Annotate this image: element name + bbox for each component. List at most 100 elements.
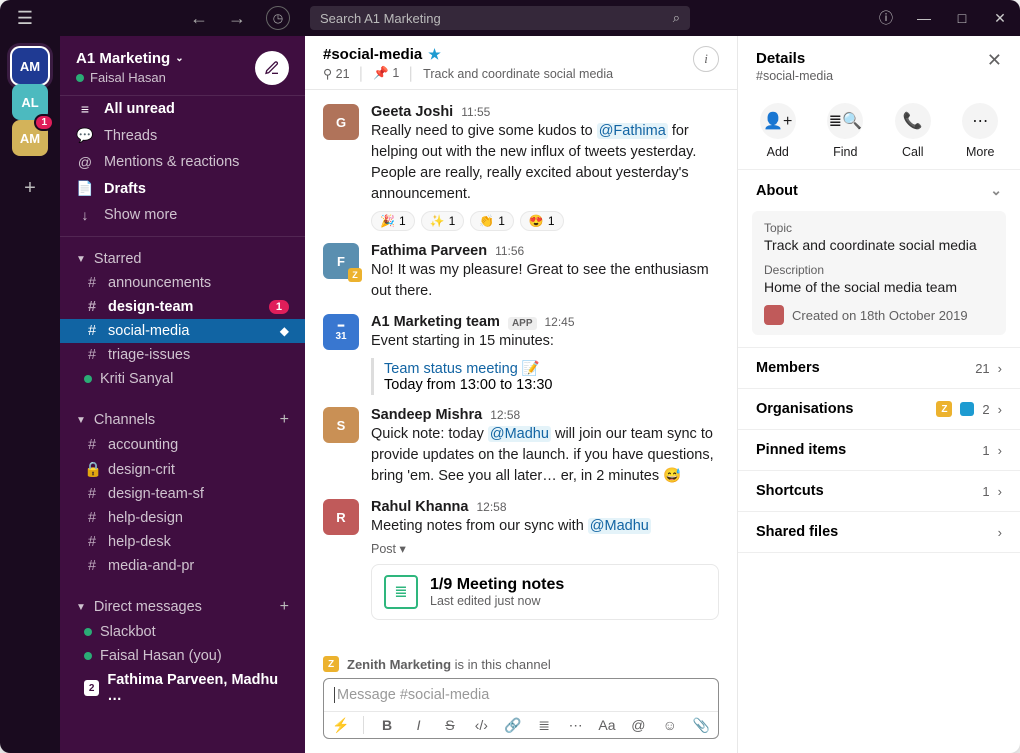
section-header[interactable]: ▼Direct messages+ bbox=[60, 588, 305, 620]
workspace-switch[interactable]: AM1 bbox=[12, 120, 48, 156]
avatar-icon[interactable]: S bbox=[323, 407, 359, 443]
add-item-icon[interactable]: + bbox=[280, 411, 289, 429]
channel-item[interactable]: #media-and-pr bbox=[60, 554, 305, 578]
italic-icon[interactable]: I bbox=[410, 717, 427, 733]
sidebar-nav-item[interactable]: 📄Drafts bbox=[60, 175, 305, 202]
nav-icon: ≡ bbox=[76, 101, 94, 117]
message-author[interactable]: Rahul Khanna bbox=[371, 499, 468, 515]
mention[interactable]: @Madhu bbox=[588, 518, 651, 534]
chevron-right-icon: › bbox=[998, 443, 1002, 458]
workspace-switch[interactable]: AM bbox=[12, 48, 48, 84]
quick-action[interactable]: ⋯More bbox=[962, 103, 998, 159]
message-author[interactable]: Geeta Joshi bbox=[371, 104, 453, 120]
message-list: GGeeta Joshi11:55Really need to give som… bbox=[305, 90, 737, 648]
details-section-header[interactable]: Members21› bbox=[738, 348, 1020, 388]
sidebar-nav-item[interactable]: ↓Show more bbox=[60, 202, 305, 228]
quick-action[interactable]: 📞Call bbox=[895, 103, 931, 159]
mention-icon[interactable]: @ bbox=[630, 717, 647, 733]
close-window-icon[interactable]: ✕ bbox=[990, 10, 1010, 27]
workspace-header[interactable]: A1 Marketing ⌄ Faisal Hasan bbox=[60, 36, 305, 96]
details-section-header[interactable]: Pinned items1› bbox=[738, 430, 1020, 470]
channel-info-icon[interactable]: i bbox=[693, 46, 719, 72]
avatar-icon[interactable]: FZ bbox=[323, 243, 359, 279]
history-icon[interactable]: ◷ bbox=[266, 6, 290, 30]
emoji-icon[interactable]: ☺ bbox=[661, 717, 678, 733]
mention[interactable]: @Fathima bbox=[597, 123, 668, 139]
reaction[interactable]: 🎉 1 bbox=[371, 211, 415, 231]
channel-item[interactable]: Slackbot bbox=[60, 620, 305, 644]
reaction[interactable]: 👏 1 bbox=[470, 211, 514, 231]
close-details-icon[interactable]: ✕ bbox=[987, 50, 1002, 71]
pins-count[interactable]: 📌 1 bbox=[373, 66, 399, 81]
title-bar: ☰ ← → ◷ Search A1 Marketing ⌕ ⓘ — □ ✕ bbox=[0, 0, 1020, 36]
message-text: Event starting in 15 minutes: bbox=[371, 331, 719, 352]
channel-item[interactable]: Kriti Sanyal bbox=[60, 367, 305, 391]
channel-prefix-icon: # bbox=[84, 486, 100, 502]
nav-icon: 📄 bbox=[76, 180, 94, 197]
about-section-header[interactable]: About ⌄ bbox=[738, 170, 1020, 211]
help-icon[interactable]: ⓘ bbox=[876, 8, 896, 28]
channel-prefix-icon: # bbox=[84, 534, 100, 550]
add-workspace-button[interactable]: + bbox=[12, 170, 48, 206]
bold-icon[interactable]: B bbox=[378, 717, 395, 733]
sidebar-nav-item[interactable]: 💬Threads bbox=[60, 122, 305, 149]
compose-button[interactable] bbox=[255, 51, 289, 85]
avatar-icon[interactable]: ━31 bbox=[323, 314, 359, 350]
message-author[interactable]: A1 Marketing team bbox=[371, 314, 500, 330]
strike-icon[interactable]: S bbox=[441, 717, 458, 733]
channel-name[interactable]: #social-media bbox=[323, 46, 422, 63]
channel-item[interactable]: #accounting bbox=[60, 433, 305, 457]
channel-item[interactable]: #design-team-sf bbox=[60, 482, 305, 506]
message-author[interactable]: Sandeep Mishra bbox=[371, 407, 482, 423]
code-icon[interactable]: ‹/› bbox=[473, 717, 490, 733]
lightning-icon[interactable]: ⚡ bbox=[332, 717, 349, 734]
font-icon[interactable]: Aa bbox=[598, 717, 615, 733]
channel-item[interactable]: 2Fathima Parveen, Madhu … bbox=[60, 668, 305, 708]
search-input[interactable]: Search A1 Marketing ⌕ bbox=[310, 6, 690, 30]
message-input[interactable]: Message #social-media bbox=[324, 679, 718, 711]
channel-item[interactable]: Faisal Hasan (you) bbox=[60, 644, 305, 668]
quick-action[interactable]: 👤+Add bbox=[760, 103, 796, 159]
section-header[interactable]: ▼Channels+ bbox=[60, 401, 305, 433]
channel-item[interactable]: #triage-issues bbox=[60, 343, 305, 367]
post-card[interactable]: ≣1/9 Meeting notesLast edited just now bbox=[371, 564, 719, 620]
created-text: Created on 18th October 2019 bbox=[792, 308, 968, 323]
channel-item[interactable]: #announcements bbox=[60, 271, 305, 295]
back-icon[interactable]: ← bbox=[190, 8, 208, 29]
mention[interactable]: @Madhu bbox=[488, 426, 551, 442]
more-format-icon[interactable]: ⋯ bbox=[567, 717, 584, 734]
hamburger-icon[interactable]: ☰ bbox=[10, 8, 40, 29]
details-section-header[interactable]: OrganisationsZ2› bbox=[738, 389, 1020, 429]
sidebar-nav-item[interactable]: ≡All unread bbox=[60, 96, 305, 122]
channel-item[interactable]: #social-media◆ bbox=[60, 319, 305, 343]
link-icon[interactable]: 🔗 bbox=[504, 717, 521, 734]
message: RRahul Khanna12:58Meeting notes from our… bbox=[323, 491, 719, 624]
quick-action[interactable]: ≣🔍Find bbox=[827, 103, 863, 159]
details-section-header[interactable]: Shared files› bbox=[738, 512, 1020, 552]
sidebar-nav-item[interactable]: @Mentions & reactions bbox=[60, 149, 305, 175]
reaction[interactable]: 😍 1 bbox=[520, 211, 564, 231]
list-icon[interactable]: ≣ bbox=[535, 717, 552, 734]
event-link[interactable]: Team status meeting bbox=[384, 361, 518, 377]
channel-topic[interactable]: Track and coordinate social media bbox=[423, 67, 613, 81]
avatar-icon[interactable]: G bbox=[323, 104, 359, 140]
members-count[interactable]: ⚲ 21 bbox=[323, 66, 350, 81]
message-text: Quick note: today @Madhu will join our t… bbox=[371, 424, 719, 487]
channel-item[interactable]: #help-desk bbox=[60, 530, 305, 554]
channel-item[interactable]: 🔒design-crit bbox=[60, 457, 305, 482]
message-author[interactable]: Fathima Parveen bbox=[371, 243, 487, 259]
details-section-header[interactable]: Shortcuts1› bbox=[738, 471, 1020, 511]
star-icon[interactable]: ★ bbox=[428, 46, 441, 63]
workspace-name: A1 Marketing bbox=[76, 50, 170, 67]
section-header[interactable]: ▼Starred bbox=[60, 241, 305, 271]
forward-icon[interactable]: → bbox=[228, 8, 246, 29]
avatar-icon[interactable]: R bbox=[323, 499, 359, 535]
channel-item[interactable]: #help-design bbox=[60, 506, 305, 530]
add-item-icon[interactable]: + bbox=[280, 598, 289, 616]
minimize-icon[interactable]: — bbox=[914, 10, 934, 26]
post-label[interactable]: Post ▾ bbox=[371, 541, 719, 556]
attach-icon[interactable]: 📎 bbox=[693, 717, 710, 734]
reaction[interactable]: ✨ 1 bbox=[421, 211, 465, 231]
channel-item[interactable]: #design-team1 bbox=[60, 295, 305, 319]
maximize-icon[interactable]: □ bbox=[952, 10, 972, 26]
